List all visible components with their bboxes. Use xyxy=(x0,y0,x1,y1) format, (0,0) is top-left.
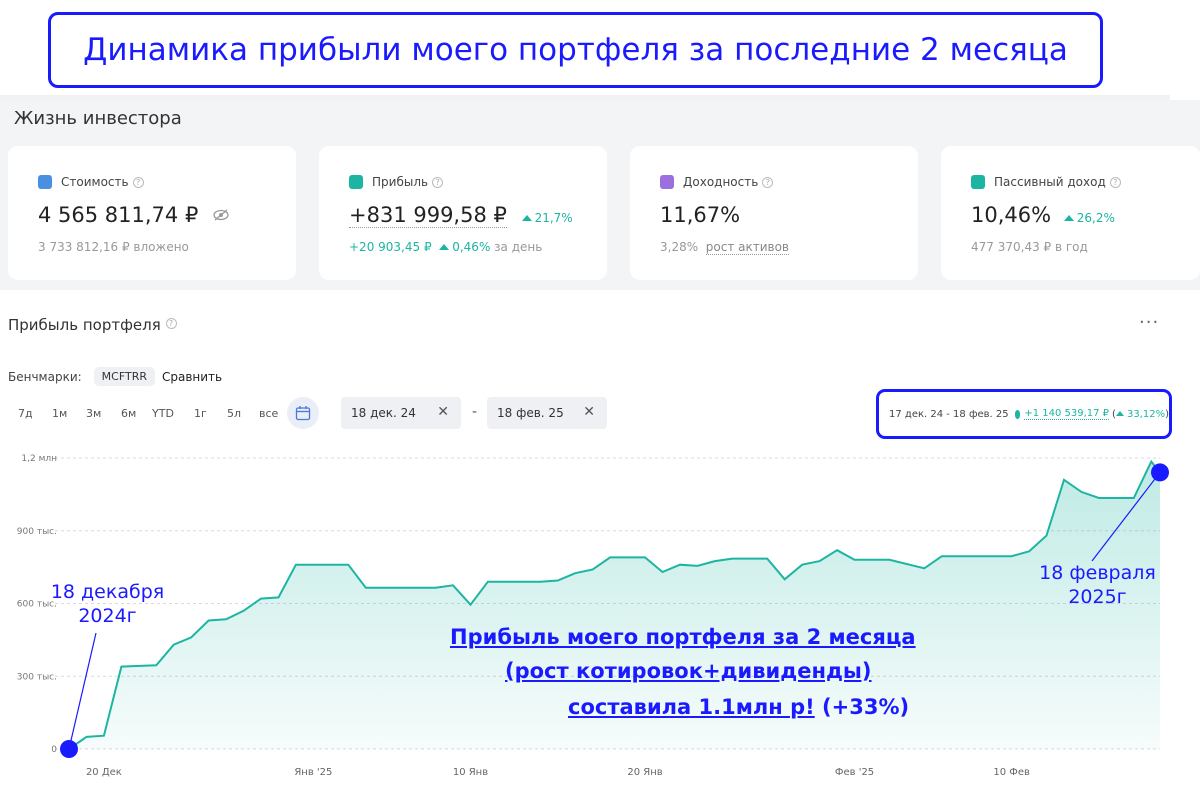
help-icon[interactable]: ? xyxy=(165,318,177,329)
clear-icon[interactable]: ✕ xyxy=(583,404,595,420)
wallet-icon xyxy=(38,175,52,189)
help-icon[interactable]: ? xyxy=(132,176,144,188)
help-icon[interactable]: ? xyxy=(432,176,444,188)
card-big-value: 10,46% 26,2% xyxy=(971,203,1115,227)
up-arrow-icon xyxy=(1115,410,1124,416)
banner-title: Динамика прибыли моего портфеля за после… xyxy=(83,32,1068,68)
benchmarks-label: Бенчмарки: xyxy=(8,369,82,384)
eye-off-icon[interactable] xyxy=(213,209,229,221)
dashboard-title: Жизнь инвестора xyxy=(14,108,182,129)
y-tick-label: 300 тыс. xyxy=(17,672,57,682)
period-6м[interactable]: 6м xyxy=(121,407,136,420)
card-label: Прибыль xyxy=(372,175,429,189)
card-sub: 3 733 812,16 ₽ вложено xyxy=(38,240,189,254)
date-to-field[interactable]: 18 фев. 25 ✕ xyxy=(487,397,607,429)
asset-growth-link[interactable]: рост активов xyxy=(705,240,790,255)
card-yield: Доходность? 11,67% 3,28% рост активов xyxy=(630,146,918,280)
card-label: Стоимость xyxy=(61,175,129,189)
dashboard: Жизнь инвестора Стоимость? 4 565 811,74 … xyxy=(0,100,1200,290)
x-tick-label: Янв '25 xyxy=(294,767,332,778)
date-from-field[interactable]: 18 дек. 24 ✕ xyxy=(341,397,461,429)
card-big-value: 11,67% xyxy=(660,203,741,227)
card-passive: Пассивный доход? 10,46% 26,2% 477 370,43… xyxy=(941,146,1200,280)
card-value: Стоимость? 4 565 811,74 ₽ 3 733 812,16 ₽… xyxy=(8,146,296,280)
up-arrow-icon xyxy=(521,215,532,221)
card-big-value: +831 999,58 ₽ 21,7% xyxy=(349,203,573,228)
x-tick-label: 10 Янв xyxy=(453,767,488,778)
benchmarks-row: Бенчмарки: MCFTRR Сравнить xyxy=(8,367,222,386)
end-marker xyxy=(1151,463,1169,482)
up-arrow-icon xyxy=(1063,215,1074,221)
range-summary: 17 дек. 24 - 18 фев. 25 +1 140 539,17 ₽ … xyxy=(876,389,1172,439)
y-tick-label: 1,2 млн xyxy=(21,454,57,464)
more-menu-button[interactable]: ··· xyxy=(1139,312,1159,333)
compare-button[interactable]: Сравнить xyxy=(162,370,222,384)
up-arrow-icon xyxy=(439,244,450,250)
message-line1: Прибыль моего портфеля за 2 месяца xyxy=(450,625,916,649)
period-все[interactable]: все xyxy=(259,407,278,420)
period-YTD[interactable]: YTD xyxy=(152,407,174,420)
start-annotation: 18 декабря 2024г xyxy=(50,581,165,627)
series-dot xyxy=(1014,409,1021,419)
card-sub: 477 370,43 ₽ в год xyxy=(971,240,1088,254)
clear-icon[interactable]: ✕ xyxy=(437,404,449,420)
benchmark-chip[interactable]: MCFTRR xyxy=(93,367,155,386)
period-1м[interactable]: 1м xyxy=(52,407,67,420)
banner-title-box: Динамика прибыли моего портфеля за после… xyxy=(48,12,1103,88)
calendar-button[interactable] xyxy=(287,397,319,429)
portfolio-title: Прибыль портфеля ? xyxy=(8,316,177,334)
y-tick-label: 0 xyxy=(51,745,57,755)
card-sub: +20 903,45 ₽ 0,46% за день xyxy=(349,240,543,254)
end-annotation: 18 февраля 2025г xyxy=(1039,562,1156,608)
card-sub: 3,28% рост активов xyxy=(660,240,790,255)
help-icon[interactable]: ? xyxy=(762,176,774,188)
x-tick-label: 20 Дек xyxy=(86,767,122,778)
period-7д[interactable]: 7д xyxy=(18,407,33,420)
x-tick-label: 20 Янв xyxy=(627,767,662,778)
card-label: Доходность xyxy=(683,175,759,189)
card-profit: Прибыль? +831 999,58 ₽ 21,7% +20 903,45 … xyxy=(319,146,607,280)
calendar-icon xyxy=(295,406,311,421)
card-label: Пассивный доход xyxy=(994,175,1106,189)
message-line3: составила 1.1млн р! (+33%) xyxy=(568,695,910,719)
start-marker xyxy=(60,740,78,758)
piggy-icon xyxy=(971,175,985,189)
date-separator: - xyxy=(472,404,478,420)
chart-icon xyxy=(349,175,363,189)
x-tick-label: 10 Фев xyxy=(993,767,1030,778)
start-leader-line xyxy=(68,632,97,750)
calendar-icon xyxy=(660,175,674,189)
x-tick-label: Фев '25 xyxy=(835,767,874,778)
help-icon[interactable]: ? xyxy=(1109,176,1121,188)
period-5л[interactable]: 5л xyxy=(227,407,241,420)
y-tick-label: 900 тыс. xyxy=(17,527,57,537)
period-3м[interactable]: 3м xyxy=(86,407,101,420)
message-line2: (рост котировок+дивиденды) xyxy=(505,659,872,683)
period-1г[interactable]: 1г xyxy=(194,407,207,420)
card-big-value: 4 565 811,74 ₽ xyxy=(38,203,229,227)
profit-chart: 0300 тыс.600 тыс.900 тыс.1,2 млн 20 Дек Я… xyxy=(17,454,1169,778)
